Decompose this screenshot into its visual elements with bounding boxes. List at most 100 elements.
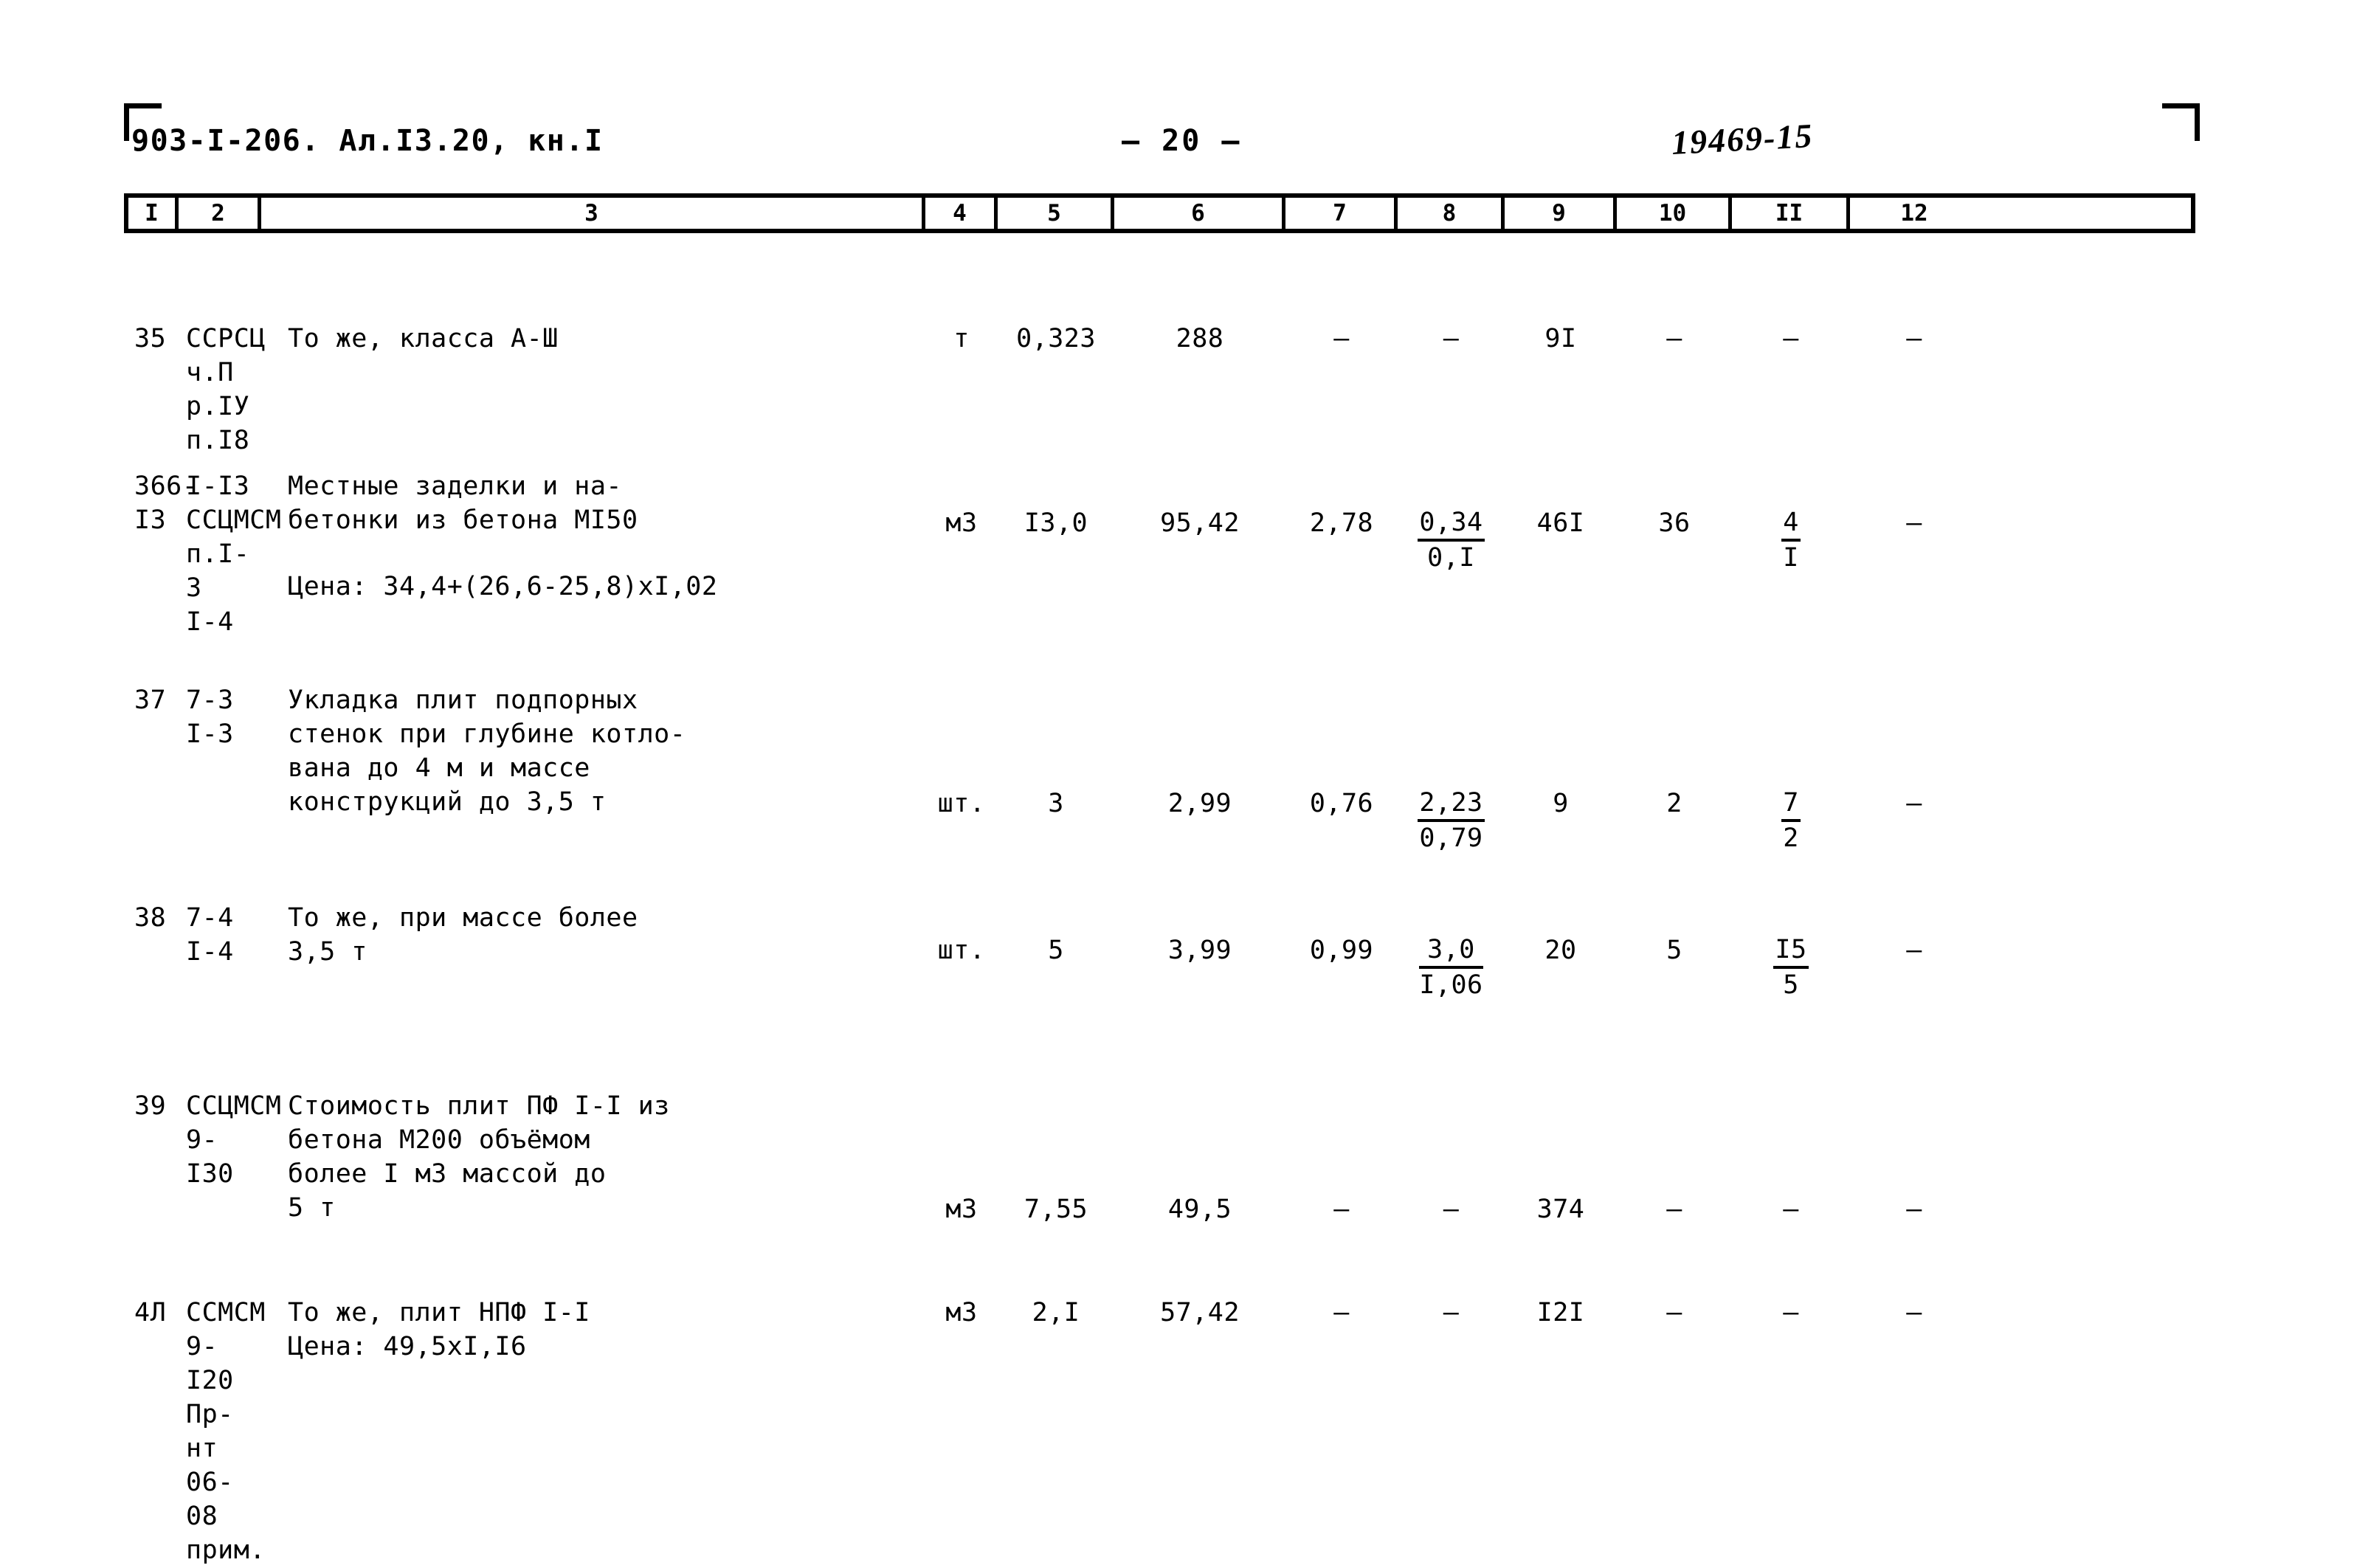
column-header-7: 7 (1285, 198, 1398, 229)
row-unit: м3 (945, 1298, 978, 1327)
row-value-labor: – (1783, 1298, 1799, 1327)
row-value-total-wage: – (1666, 1298, 1682, 1327)
description-text: Местные заделки и на- бетонки из бетона … (288, 472, 638, 535)
fraction-value: 2,23 0,79 (1418, 787, 1485, 854)
row-value-machine-cost: – (1443, 1195, 1460, 1224)
row-value-salary: – (1333, 324, 1350, 353)
row-value-notes: – (1906, 324, 1922, 353)
row-number: 39 (134, 1091, 167, 1121)
row-value-unit-cost: 95,42 (1160, 508, 1240, 538)
row-value-unit-cost: 49,5 (1167, 1195, 1232, 1224)
description-text: То же, класса А-Ш (288, 324, 559, 353)
row-description: То же, плит НПФ I-I Цена: 49,5хI,I6 (261, 1296, 925, 1364)
description-text: Стоимость плит ПФ I-I из бетона М200 объ… (288, 1091, 670, 1223)
row-value-machine-cost: 2,23 0,79 (1398, 787, 1505, 855)
row-code-reference: 7-4 I-4 (186, 903, 234, 967)
row-value-quantity: 7,55 (1024, 1195, 1088, 1224)
row-unit: шт. (937, 789, 986, 818)
table-row: 4Л ССМСМ 9-I20 Пр-нт 06-08 прим. То же, пл… (128, 1296, 1978, 1567)
row-description: То же, при массе более 3,5 т (261, 901, 925, 969)
description-text: То же, плит НПФ I-I Цена: 49,5хI,I6 (288, 1298, 590, 1361)
row-unit: м3 (945, 508, 978, 538)
column-header-5: 5 (998, 198, 1114, 229)
column-header-9: 9 (1505, 198, 1617, 229)
row-value-notes: – (1906, 1195, 1922, 1224)
row-code-reference: ССРСЦ ч.П р.IУ п.I8 (186, 324, 266, 455)
fraction-numerator: 2,23 (1418, 787, 1485, 822)
row-value-labor: 72 (1732, 787, 1850, 855)
row-number: 38 (134, 903, 167, 933)
fraction-value: 72 (1781, 787, 1801, 854)
fraction-numerator: 7 (1781, 787, 1801, 822)
row-unit: т (953, 324, 970, 353)
row-value-total-wage: – (1666, 1195, 1682, 1224)
row-description: Стоимость плит ПФ I-I из бетона М200 объ… (261, 1089, 925, 1225)
table-row: 35 ССРСЦ ч.П р.IУ п.I8 То же, класса А-Ш т 0… (128, 322, 1978, 457)
column-header-6: 6 (1114, 198, 1285, 229)
fraction-denominator: 0,I (1427, 543, 1475, 573)
row-value-quantity: I3,0 (1024, 508, 1088, 538)
row-value-unit-cost: 288 (1176, 324, 1224, 353)
description-price-note: Цена: 34,4+(26,6-25,8)хI,02 (288, 572, 718, 601)
row-value-total-wage: 5 (1666, 936, 1682, 965)
row-value-total: 9I (1544, 324, 1577, 353)
row-value-salary: 2,78 (1309, 508, 1374, 538)
column-header-11: II (1732, 198, 1850, 229)
estimate-table: I 2 3 4 5 6 7 8 9 10 II 12 35 ССРСЦ ч.П р… (124, 193, 2195, 1565)
fraction-value: 4I (1781, 506, 1801, 574)
fraction-denominator: I,06 (1419, 970, 1483, 1000)
fraction-denominator: 0,79 (1419, 823, 1483, 853)
page-number: — 20 — (1122, 124, 1242, 158)
row-value-quantity: 2,I (1032, 1298, 1080, 1327)
fraction-value: 0,34 0,I (1418, 506, 1485, 574)
column-header-12: 12 (1900, 199, 1928, 227)
row-value-notes: – (1906, 508, 1922, 538)
row-value-total: 46I (1536, 508, 1585, 538)
row-value-unit-cost: 57,42 (1160, 1298, 1240, 1327)
fraction-denominator: 2 (1783, 823, 1799, 853)
row-value-labor: 4I (1732, 506, 1850, 575)
crop-mark-top-right (2162, 103, 2200, 141)
table-row: 366-I3 I-I3 ССЦМСМ п.I-3 I-4 Местные задел… (128, 469, 1978, 639)
row-value-salary: – (1333, 1298, 1350, 1327)
row-value-labor: I5 5 (1732, 933, 1850, 1002)
document-code: 903-I-206. Ал.I3.20, кн.I (131, 124, 604, 158)
row-number: 4Л (134, 1298, 167, 1327)
row-value-total: I2I (1536, 1298, 1585, 1327)
row-value-total-wage: 36 (1658, 508, 1691, 538)
row-description: Местные заделки и на- бетонки из бетона … (261, 469, 925, 604)
description-text: То же, при массе более 3,5 т (288, 903, 638, 967)
table-row: 39 ССЦМСМ 9-I30 Стоимость плит ПФ I-I из б… (128, 1089, 1978, 1225)
row-code-reference: ССЦМСМ 9-I30 (186, 1091, 282, 1189)
row-value-notes: – (1906, 789, 1922, 818)
fraction-value: I5 5 (1773, 933, 1809, 1001)
column-header-4: 4 (925, 198, 998, 229)
fraction-numerator: 3,0 (1419, 933, 1483, 969)
row-value-total-wage: 2 (1666, 789, 1682, 818)
column-header-8: 8 (1398, 198, 1505, 229)
row-value-unit-cost: 2,99 (1167, 789, 1232, 818)
fraction-value: 3,0 I,06 (1419, 933, 1483, 1001)
table-row: 37 7-3 I-3 Укладка плит подпорных стенок п… (128, 683, 1978, 853)
fraction-denominator: I (1783, 543, 1799, 573)
row-value-labor: – (1783, 1195, 1799, 1224)
row-value-salary: 0,76 (1309, 789, 1374, 818)
row-value-machine-cost: 0,34 0,I (1398, 506, 1505, 575)
scanned-page: 903-I-206. Ал.I3.20, кн.I — 20 — 19469-1… (0, 0, 2354, 1568)
row-value-notes: – (1906, 936, 1922, 965)
archive-stamp: 19469-15 (1670, 117, 1815, 162)
fraction-numerator: I5 (1773, 933, 1809, 969)
column-header-2: 2 (179, 198, 261, 229)
row-value-quantity: 5 (1048, 936, 1064, 965)
row-value-salary: – (1333, 1195, 1350, 1224)
row-unit: шт. (937, 936, 986, 965)
row-value-total-wage: – (1666, 324, 1682, 353)
column-header-3: 3 (261, 198, 925, 229)
row-value-labor: – (1783, 324, 1799, 353)
column-header-1: I (128, 198, 179, 229)
row-description: То же, класса А-Ш (261, 322, 925, 356)
row-value-machine-cost: 3,0 I,06 (1398, 933, 1505, 1002)
row-value-unit-cost: 3,99 (1167, 936, 1232, 965)
row-code-reference: ССМСМ 9-I20 Пр-нт 06-08 прим. (186, 1298, 266, 1565)
row-value-salary: 0,99 (1309, 936, 1374, 965)
